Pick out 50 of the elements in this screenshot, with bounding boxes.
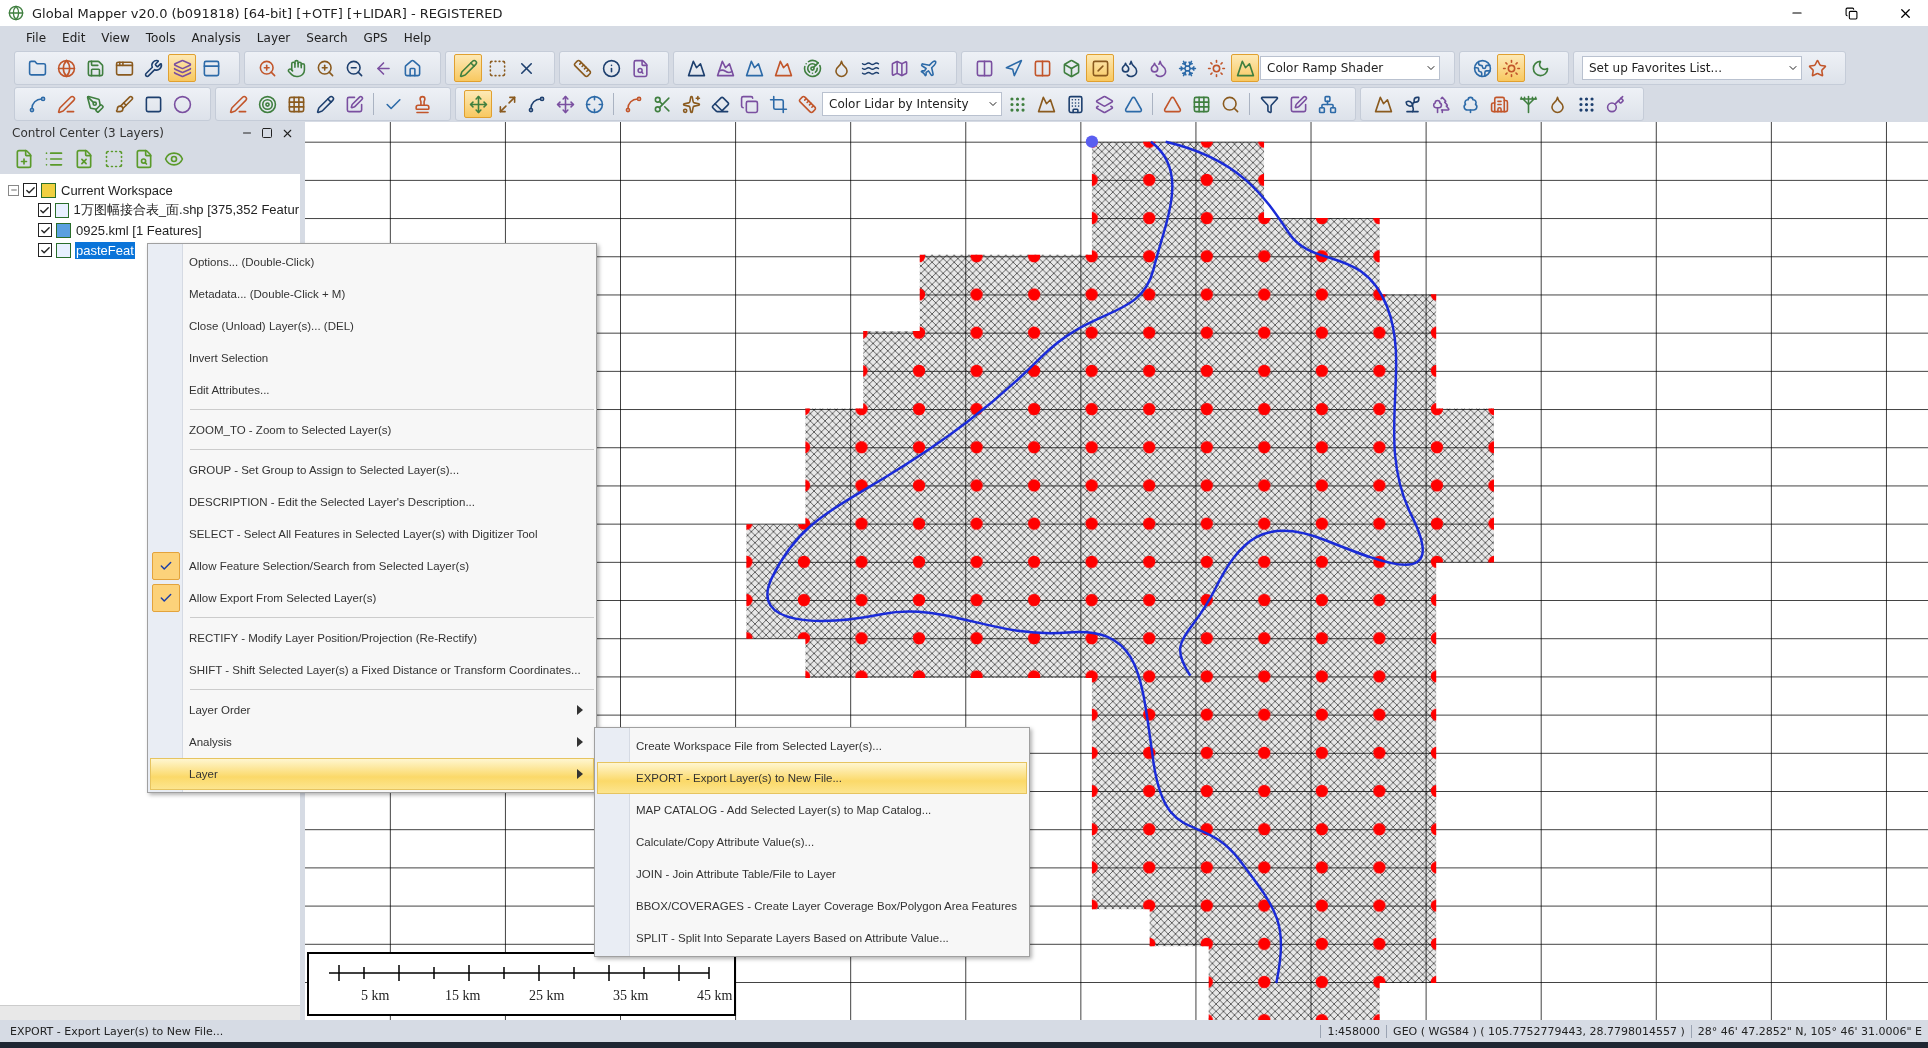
status-message: EXPORT - Export Layer(s) to New File... <box>9 1024 225 1038</box>
menu-item[interactable]: SHIFT - Shift Selected Layer(s) a Fixed Distance or Transform Coordinates... <box>150 654 594 686</box>
dropdown[interactable]: Color Lidar by Intensity <box>822 92 1002 116</box>
coordinates: GEO ( WGS84 ) ( 105.7752779443, 28.7798014557 ) <box>1386 1024 1691 1038</box>
scale-label: 45 km <box>697 988 733 1004</box>
panel-title: Control Center (3 Layers) <box>12 126 165 140</box>
menu-item[interactable]: BBOX/COVERAGES - Create Layer Coverage Box/Polygon Area Features <box>597 890 1027 922</box>
menu-item[interactable]: ZOOM_TO - Zoom to Selected Layer(s) <box>150 414 594 446</box>
window-title: Global Mapper v20.0 (b091818) [64-bit] [+OTF] [+LIDAR] - REGISTERED <box>32 5 504 21</box>
menu-item[interactable]: Layer Order <box>150 694 594 726</box>
menu-item[interactable]: Calculate/Copy Attribute Value(s)... <box>597 826 1027 858</box>
menu-item[interactable]: Analysis <box>185 29 247 47</box>
dropdown[interactable]: Set up Favorites List... <box>1582 56 1802 80</box>
menu-item[interactable]: Create Workspace File from Selected Layer(s)... <box>597 730 1027 762</box>
menu-item[interactable]: JOIN - Join Attribute Table/File to Layer <box>597 858 1027 890</box>
tree-item[interactable]: Current Workspace <box>60 181 174 199</box>
menu-item[interactable]: Analysis <box>150 726 594 758</box>
tree-item[interactable]: pasteFeat <box>75 241 135 259</box>
scale-label: 5 km <box>361 988 390 1004</box>
menu-item[interactable]: Edit Attributes... <box>150 374 594 406</box>
scale-label: 15 km <box>445 988 481 1004</box>
menu-item[interactable]: File <box>20 29 53 47</box>
tree-item[interactable]: 1万图幅接合表_面.shp [375,352 Featur <box>72 200 300 220</box>
menu-item[interactable]: Tools <box>139 29 182 47</box>
menu-item[interactable]: Help <box>397 29 438 47</box>
menu-item[interactable]: Allow Feature Selection/Search from Selected Layer(s) <box>150 550 594 582</box>
scale-label: 35 km <box>613 988 649 1004</box>
menu-item[interactable]: Invert Selection <box>150 342 594 374</box>
menu-item[interactable]: DESCRIPTION - Edit the Selected Layer's Description... <box>150 486 594 518</box>
menu-item[interactable]: GROUP - Set Group to Assign to Selected Layer(s)... <box>150 454 594 486</box>
menu-item[interactable]: Options... (Double-Click) <box>150 246 594 278</box>
scale-label: 25 km <box>529 988 565 1004</box>
menu-item[interactable]: Allow Export From Selected Layer(s) <box>150 582 594 614</box>
menu-item[interactable]: Layer <box>150 758 594 790</box>
menu-item[interactable]: Search <box>300 29 354 47</box>
map-scale: 1:458000 <box>1320 1024 1387 1038</box>
menu-item[interactable]: RECTIFY - Modify Layer Position/Projection (Re-Rectify) <box>150 622 594 654</box>
menu-item[interactable]: Close (Unload) Layer(s)... (DEL) <box>150 310 594 342</box>
menu-item[interactable]: SELECT - Select All Features in Selected Layer(s) with Digitizer Tool <box>150 518 594 550</box>
menu-item[interactable]: MAP CATALOG - Add Selected Layer(s) to Map Catalog... <box>597 794 1027 826</box>
menu-item[interactable]: Metadata... (Double-Click + M) <box>150 278 594 310</box>
tree-item[interactable]: 0925.kml [1 Features] <box>75 221 203 239</box>
menu-item[interactable]: EXPORT - Export Layer(s) to New File... <box>597 762 1027 794</box>
menu-item[interactable]: Layer <box>250 29 297 47</box>
menu-item[interactable]: SPLIT - Split Into Separate Layers Based on Attribute Value... <box>597 922 1027 954</box>
position: 28° 46' 47.2852" N, 105° 46' 31.0006" E <box>1690 1024 1928 1038</box>
menu-item[interactable]: GPS <box>357 29 394 47</box>
menu-item[interactable]: View <box>95 29 136 47</box>
menu-item[interactable]: Edit <box>56 29 92 47</box>
dropdown[interactable]: Color Ramp Shader <box>1260 56 1440 80</box>
